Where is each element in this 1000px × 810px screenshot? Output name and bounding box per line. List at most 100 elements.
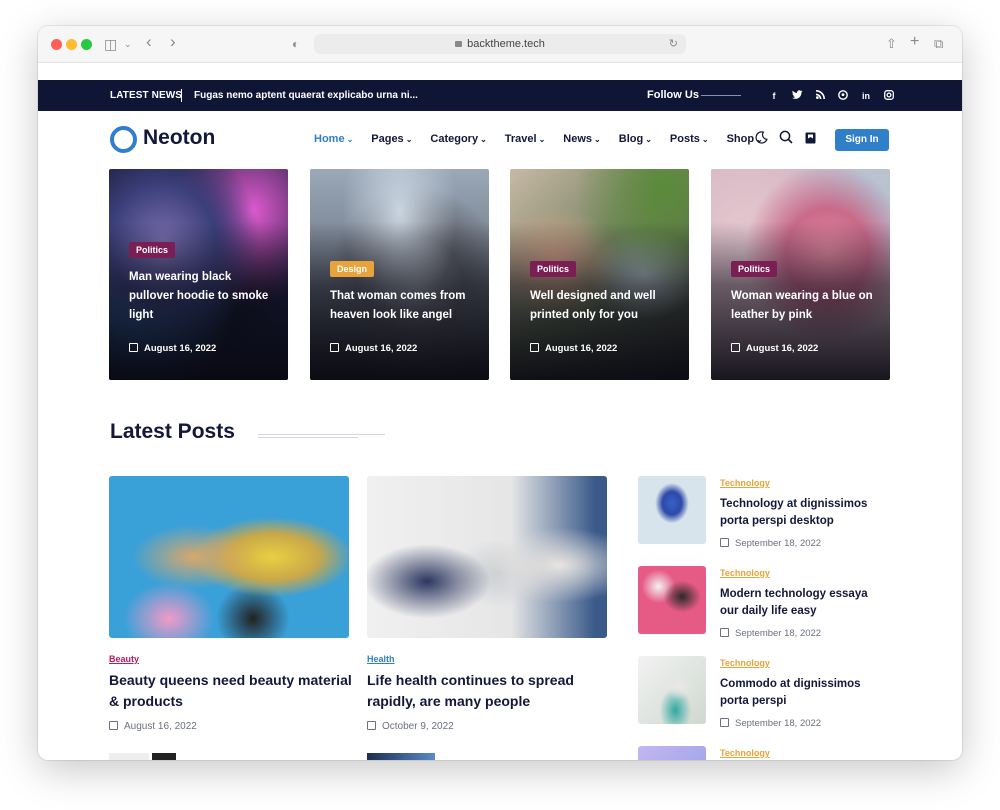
- post-thumbnail[interactable]: [638, 476, 706, 544]
- post-title[interactable]: Life health continues to spread rapidly,…: [367, 670, 612, 712]
- chevron-down-icon: ⌄: [480, 135, 487, 144]
- latest-news-label: LATEST NEWS: [110, 90, 183, 101]
- post-image[interactable]: [109, 476, 349, 638]
- nav-label: Shop: [726, 133, 755, 145]
- post-image[interactable]: [367, 753, 435, 760]
- category-badge[interactable]: Politics: [731, 261, 778, 277]
- date-text: August 16, 2022: [345, 343, 418, 354]
- rss-icon[interactable]: [814, 89, 826, 102]
- post-date: August 16, 2022: [109, 720, 197, 733]
- category-link[interactable]: Health: [367, 653, 395, 665]
- side-post[interactable]: Technology: [638, 746, 928, 760]
- divider: [701, 95, 741, 96]
- logo-icon: [110, 126, 137, 153]
- calendar-icon: [720, 718, 729, 727]
- post-title[interactable]: Commodo at dignissimos porta perspi: [720, 676, 880, 710]
- nav-item-news[interactable]: News ⌄: [563, 130, 600, 149]
- browser-toolbar: ◫ ⌄ ‹ › ◐ backtheme.tech ↻ ⇧ + ⧉: [38, 26, 962, 63]
- shield-icon[interactable]: ◐: [292, 35, 299, 53]
- post-thumbnail[interactable]: [638, 566, 706, 634]
- share-icon[interactable]: ⇧: [886, 35, 897, 53]
- calendar-icon: [720, 538, 729, 547]
- category-link[interactable]: Technology: [720, 747, 770, 759]
- forward-icon[interactable]: ›: [170, 33, 176, 51]
- card-title[interactable]: Woman wearing a blue on leather by pink: [731, 287, 876, 325]
- post-thumbnail[interactable]: [638, 746, 706, 760]
- divider: [258, 437, 358, 438]
- post-title[interactable]: Technology at dignissimos porta perspi d…: [720, 496, 880, 530]
- nav-item-pages[interactable]: Pages ⌄: [371, 130, 412, 149]
- post-title[interactable]: Beauty queens need beauty material & pro…: [109, 670, 354, 712]
- sign-in-button[interactable]: Sign In: [835, 129, 889, 151]
- side-post[interactable]: Technology Technology at dignissimos por…: [638, 476, 928, 549]
- post-image[interactable]: [152, 753, 176, 760]
- nav-label: Travel: [504, 133, 537, 145]
- category-link[interactable]: Beauty: [109, 653, 139, 665]
- dark-mode-icon[interactable]: [755, 130, 768, 148]
- nav-item-home[interactable]: Home ⌄: [314, 130, 353, 149]
- card-title[interactable]: Man wearing black pullover hoodie to smo…: [129, 268, 274, 325]
- nav-label: Blog: [618, 133, 644, 145]
- post-image[interactable]: [367, 476, 607, 638]
- date-text: August 16, 2022: [746, 343, 819, 354]
- nav-label: Home: [314, 133, 345, 145]
- instagram-icon[interactable]: [883, 89, 895, 102]
- nav-item-blog[interactable]: Blog ⌄: [619, 130, 652, 149]
- date-text: August 16, 2022: [545, 343, 618, 354]
- side-post[interactable]: Technology Modern technology essaya our …: [638, 566, 928, 639]
- featured-card[interactable]: Design That woman comes from heaven look…: [310, 169, 489, 380]
- post-thumbnail[interactable]: [638, 656, 706, 724]
- back-icon[interactable]: ‹: [146, 33, 152, 51]
- sidebar-icon[interactable]: ◫: [104, 35, 117, 53]
- date-text: October 9, 2022: [382, 721, 454, 732]
- date-text: August 16, 2022: [124, 721, 197, 732]
- divider: [181, 89, 182, 102]
- category-link[interactable]: Technology: [720, 657, 770, 669]
- nav-item-travel[interactable]: Travel ⌄: [505, 130, 546, 149]
- facebook-icon[interactable]: f: [768, 90, 780, 102]
- close-window-button[interactable]: [51, 39, 62, 50]
- pinterest-icon[interactable]: [837, 89, 849, 102]
- category-badge[interactable]: Politics: [129, 242, 176, 258]
- nav-item-posts[interactable]: Posts ⌄: [670, 130, 709, 149]
- date-text: September 18, 2022: [735, 718, 822, 729]
- nav-item-category[interactable]: Category ⌄: [430, 130, 486, 149]
- minimize-window-button[interactable]: [66, 39, 77, 50]
- category-link[interactable]: Technology: [720, 567, 770, 579]
- category-badge[interactable]: Design: [330, 261, 375, 277]
- category-link[interactable]: Technology: [720, 477, 770, 489]
- news-ticker[interactable]: Fugas nemo aptent quaerat explicabo urna…: [194, 80, 418, 111]
- card-title[interactable]: That woman comes from heaven look like a…: [330, 287, 475, 325]
- category-badge[interactable]: Politics: [530, 261, 577, 277]
- social-links: f in: [768, 80, 895, 111]
- date-text: September 18, 2022: [735, 538, 822, 549]
- featured-card[interactable]: Politics Woman wearing a blue on leather…: [711, 169, 890, 380]
- divider: [258, 434, 385, 435]
- new-tab-icon[interactable]: +: [910, 33, 919, 51]
- chevron-down-icon[interactable]: ⌄: [124, 35, 132, 53]
- linkedin-icon[interactable]: in: [860, 90, 872, 102]
- address-bar[interactable]: backtheme.tech ↻: [314, 34, 686, 54]
- featured-card[interactable]: Politics Well designed and well printed …: [510, 169, 689, 380]
- nav-label: Pages: [371, 133, 404, 145]
- bookmark-icon[interactable]: [805, 130, 816, 148]
- tabs-icon[interactable]: ⧉: [934, 35, 943, 53]
- zoom-window-button[interactable]: [81, 39, 92, 50]
- logo-text: Neoton: [143, 126, 216, 149]
- card-title[interactable]: Well designed and well printed only for …: [530, 287, 675, 325]
- search-icon[interactable]: [779, 130, 793, 148]
- reload-icon[interactable]: ↻: [669, 34, 678, 54]
- side-post[interactable]: Technology Commodo at dignissimos porta …: [638, 656, 928, 729]
- featured-card[interactable]: Politics Man wearing black pullover hood…: [109, 169, 288, 380]
- twitter-icon[interactable]: [791, 89, 803, 102]
- post-image[interactable]: [109, 753, 149, 760]
- follow-us-label: Follow Us: [647, 89, 699, 101]
- section-title: Latest Posts: [110, 420, 235, 443]
- browser-window: ◫ ⌄ ‹ › ◐ backtheme.tech ↻ ⇧ + ⧉ LATEST …: [38, 26, 962, 760]
- calendar-icon: [330, 343, 339, 352]
- date-text: September 18, 2022: [735, 628, 822, 639]
- calendar-icon: [129, 343, 138, 352]
- chevron-down-icon: ⌄: [701, 135, 709, 144]
- post-title[interactable]: Modern technology essaya our daily life …: [720, 586, 880, 620]
- calendar-icon: [367, 721, 376, 730]
